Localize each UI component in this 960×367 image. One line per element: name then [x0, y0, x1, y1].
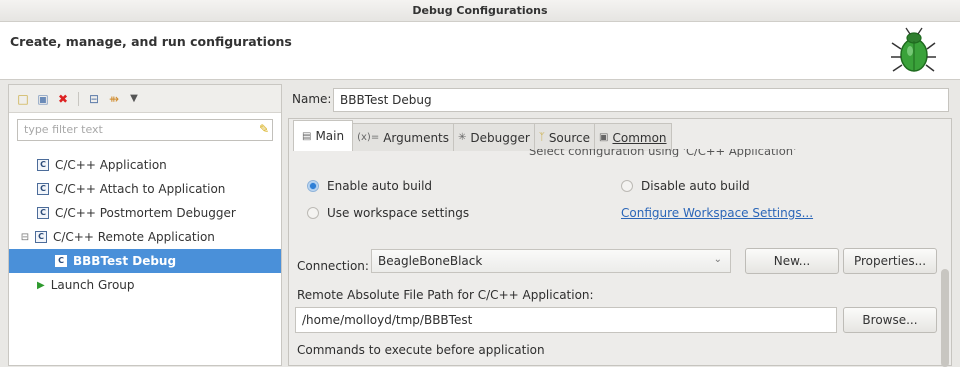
tab-source[interactable]: ᛉ Source — [533, 123, 596, 151]
cpp-config-icon: C — [37, 183, 49, 195]
chevron-down-icon[interactable]: ▼ — [126, 91, 142, 107]
delete-icon[interactable]: ✖ — [55, 91, 71, 107]
chevron-down-icon: ⌄ — [713, 254, 722, 265]
tab-main[interactable]: ▤ Main — [293, 120, 354, 151]
remote-path-label: Remote Absolute File Path for C/C++ Appl… — [297, 288, 594, 302]
properties-button[interactable]: Properties... — [843, 248, 937, 274]
configuration-tree-panel: □ ▣ ✖ ⊟ ⇻ ▼ type filter text ✎ C C/C++ A… — [8, 84, 282, 366]
connection-select[interactable]: BeagleBoneBlack ⌄ — [371, 249, 731, 273]
configuration-tree: C C/C++ Application C C/C++ Attach to Ap… — [9, 153, 281, 297]
tab-debugger[interactable]: ✳ Debugger — [453, 123, 535, 151]
tree-item-cpp-application[interactable]: C C/C++ Application — [9, 153, 281, 177]
tree-item-launch-group[interactable]: ▶ Launch Group — [9, 273, 281, 297]
tab-label: Arguments — [383, 130, 450, 145]
new-config-icon[interactable]: □ — [15, 91, 31, 107]
disable-auto-build-option[interactable]: Disable auto build — [621, 179, 750, 193]
toolbar-separator — [78, 91, 79, 106]
tab-arguments[interactable]: (x)= Arguments — [352, 123, 455, 151]
connection-label: Connection: — [297, 259, 369, 273]
dialog-header: Create, manage, and run configurations — [0, 22, 960, 80]
use-workspace-settings-option[interactable]: Use workspace settings — [307, 206, 469, 220]
connection-value: BeagleBoneBlack — [378, 254, 483, 268]
debugger-icon: ✳ — [458, 132, 467, 143]
main-tab-icon: ▤ — [302, 130, 312, 142]
tree-item-bbbtest-debug[interactable]: C BBBTest Debug — [9, 249, 281, 273]
cpp-config-icon: C — [37, 207, 49, 219]
tab-common[interactable]: ▣ Common — [594, 123, 672, 151]
tab-bar: ▤ Main (x)= Arguments ✳ Debugger ᛉ Sourc… — [289, 119, 951, 151]
radio-label: Use workspace settings — [327, 206, 470, 220]
remote-path-field[interactable]: /home/molloyd/tmp/BBBTest — [295, 307, 837, 333]
tree-item-label: C/C++ Postmortem Debugger — [55, 206, 236, 220]
tree-toolbar: □ ▣ ✖ ⊟ ⇻ ▼ — [9, 85, 281, 113]
bug-icon — [891, 27, 936, 72]
radio-label: Enable auto build — [327, 179, 433, 193]
commands-label: Commands to execute before application — [297, 343, 545, 357]
radio-label: Disable auto build — [641, 179, 750, 193]
arguments-icon: (x)= — [357, 132, 380, 143]
duplicate-icon[interactable]: ▣ — [35, 91, 51, 107]
tab-label: Debugger — [470, 130, 530, 145]
tree-item-label: C/C++ Attach to Application — [55, 182, 226, 196]
header-text: Create, manage, and run configurations — [10, 34, 292, 49]
tree-item-label: BBBTest Debug — [73, 254, 177, 268]
cpp-config-icon: C — [35, 231, 47, 243]
radio-unselected[interactable] — [621, 180, 633, 192]
enable-auto-build-option[interactable]: Enable auto build — [307, 179, 432, 193]
new-connection-button[interactable]: New... — [745, 248, 839, 274]
launch-group-icon: ▶ — [37, 279, 45, 291]
configure-workspace-link[interactable]: Configure Workspace Settings... — [621, 206, 813, 220]
tree-item-label: C/C++ Application — [55, 158, 167, 172]
collapse-all-icon[interactable]: ⊟ — [86, 91, 102, 107]
tree-item-remote-application[interactable]: ⊟ C C/C++ Remote Application — [9, 225, 281, 249]
browse-button[interactable]: Browse... — [843, 307, 937, 333]
filter-input[interactable]: type filter text — [17, 119, 273, 141]
cpp-config-icon: C — [37, 159, 49, 171]
window-title: Debug Configurations — [0, 0, 960, 22]
collapse-icon[interactable]: ⊟ — [19, 232, 31, 243]
partially-hidden-text: Select configuration using 'C/C++ Applic… — [529, 149, 797, 157]
cpp-config-icon: C — [55, 255, 67, 267]
name-label: Name: — [292, 92, 332, 106]
tab-label: Common — [612, 130, 667, 145]
tab-label: Source — [548, 130, 591, 145]
tree-item-postmortem[interactable]: C C/C++ Postmortem Debugger — [9, 201, 281, 225]
radio-selected[interactable] — [307, 180, 319, 192]
tree-item-label: C/C++ Remote Application — [53, 230, 215, 244]
tree-item-label: Launch Group — [50, 278, 135, 292]
name-field[interactable]: BBBTest Debug — [333, 88, 949, 112]
scrollbar[interactable] — [941, 269, 949, 367]
tab-label: Main — [315, 129, 345, 143]
tree-item-attach[interactable]: C C/C++ Attach to Application — [9, 177, 281, 201]
filter-icon[interactable]: ⇻ — [106, 91, 122, 107]
clear-filter-icon[interactable]: ✎ — [259, 122, 275, 136]
radio-unselected[interactable] — [307, 207, 319, 219]
config-tabs: ▤ Main (x)= Arguments ✳ Debugger ᛉ Sourc… — [288, 118, 952, 367]
common-icon: ▣ — [599, 132, 609, 143]
source-icon: ᛉ — [538, 132, 545, 143]
